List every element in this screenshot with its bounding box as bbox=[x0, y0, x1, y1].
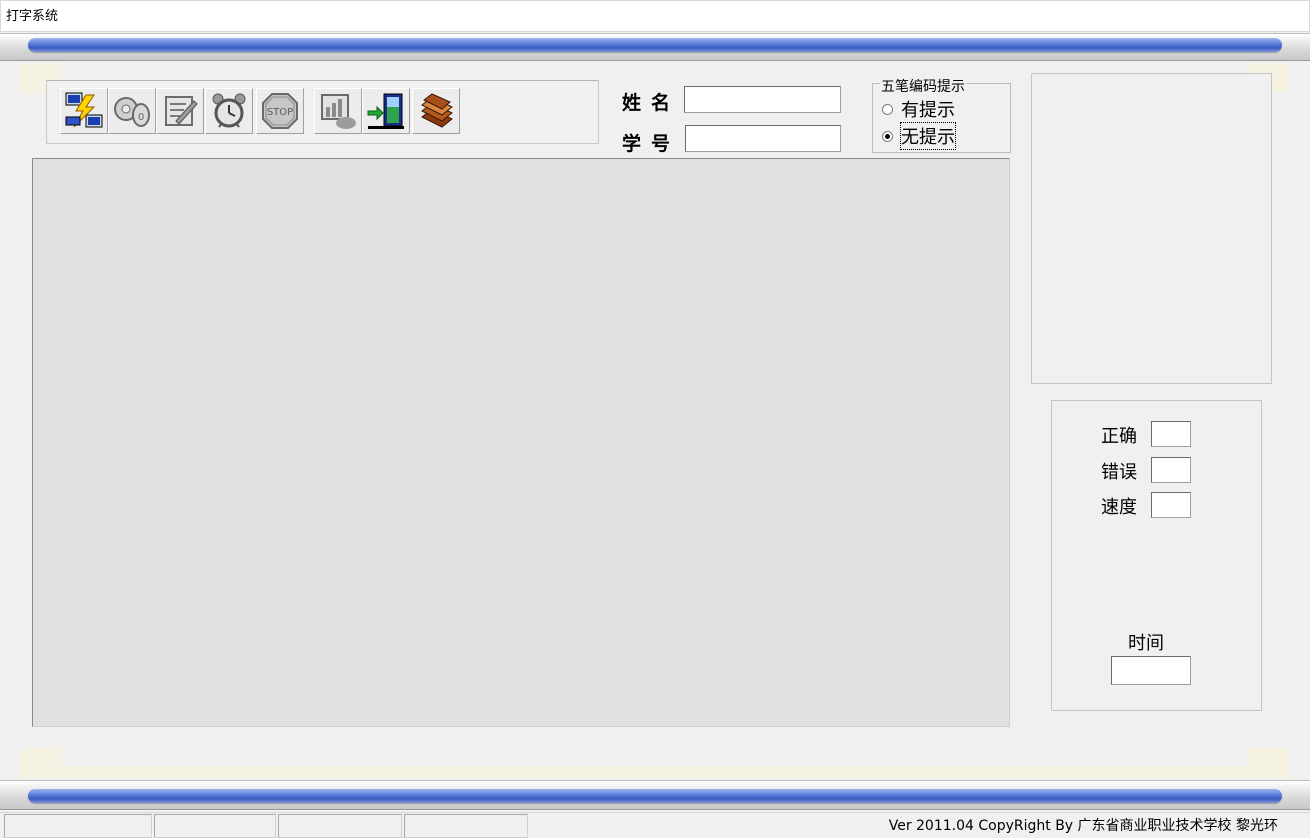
paper-corner-bottom-left bbox=[20, 748, 62, 778]
hint-on-radio[interactable]: 有提示 bbox=[882, 96, 955, 122]
network-button[interactable] bbox=[60, 88, 108, 134]
typing-text-area[interactable] bbox=[32, 158, 1010, 727]
status-panel-4 bbox=[404, 814, 528, 838]
network-computers-icon bbox=[65, 92, 103, 128]
radio-circle-icon bbox=[882, 103, 893, 115]
key-icon: 0 bbox=[114, 97, 150, 127]
exit-door-icon bbox=[367, 93, 404, 129]
status-panel-2 bbox=[154, 814, 276, 838]
stop-sign-text: STOP bbox=[267, 107, 293, 118]
report-button[interactable] bbox=[314, 88, 362, 134]
hint-off-label: 无提示 bbox=[900, 122, 956, 150]
copyright-text: Ver 2011.04 CopyRight By 广东省商业职业技术学校 黎光环 bbox=[888, 818, 1278, 834]
paper-bottom-strip bbox=[62, 766, 1248, 778]
wubi-hint-legend: 五笔编码提示 bbox=[880, 76, 966, 96]
time-value-box bbox=[1111, 656, 1191, 685]
hint-off-radio[interactable]: 无提示 bbox=[882, 122, 956, 150]
correct-label: 正确 bbox=[1101, 426, 1137, 447]
report-chart-icon bbox=[321, 94, 356, 129]
timer-button[interactable] bbox=[205, 88, 253, 134]
key-button[interactable]: 0 bbox=[108, 88, 156, 134]
speed-label: 速度 bbox=[1101, 497, 1137, 518]
student-id-label: 学号 bbox=[622, 133, 681, 155]
books-icon bbox=[421, 93, 453, 128]
svg-text:0: 0 bbox=[138, 112, 144, 123]
name-label: 姓名 bbox=[622, 92, 681, 114]
right-info-panel bbox=[1031, 73, 1272, 384]
books-button[interactable] bbox=[412, 88, 460, 134]
error-label: 错误 bbox=[1101, 462, 1137, 483]
paper-corner-bottom-right bbox=[1248, 748, 1290, 778]
status-panel-1 bbox=[4, 814, 152, 838]
edit-document-icon bbox=[165, 96, 198, 126]
edit-button[interactable] bbox=[156, 88, 204, 134]
speed-value-box bbox=[1151, 492, 1191, 518]
radio-selected-icon bbox=[882, 130, 893, 142]
time-label: 时间 bbox=[1128, 633, 1164, 654]
hint-on-label: 有提示 bbox=[901, 100, 955, 121]
top-rod bbox=[28, 38, 1282, 52]
stop-button[interactable]: STOP bbox=[256, 88, 304, 134]
exit-button[interactable] bbox=[362, 88, 410, 134]
window-title: 打字系统 bbox=[0, 0, 1310, 32]
bottom-rod bbox=[28, 789, 1282, 803]
student-id-input[interactable] bbox=[685, 125, 841, 152]
name-input[interactable] bbox=[684, 86, 841, 113]
error-value-box bbox=[1151, 457, 1191, 483]
correct-value-box bbox=[1151, 421, 1191, 447]
stop-sign-icon: STOP bbox=[262, 93, 298, 129]
alarm-clock-icon bbox=[212, 93, 246, 128]
status-panel-3 bbox=[278, 814, 402, 838]
